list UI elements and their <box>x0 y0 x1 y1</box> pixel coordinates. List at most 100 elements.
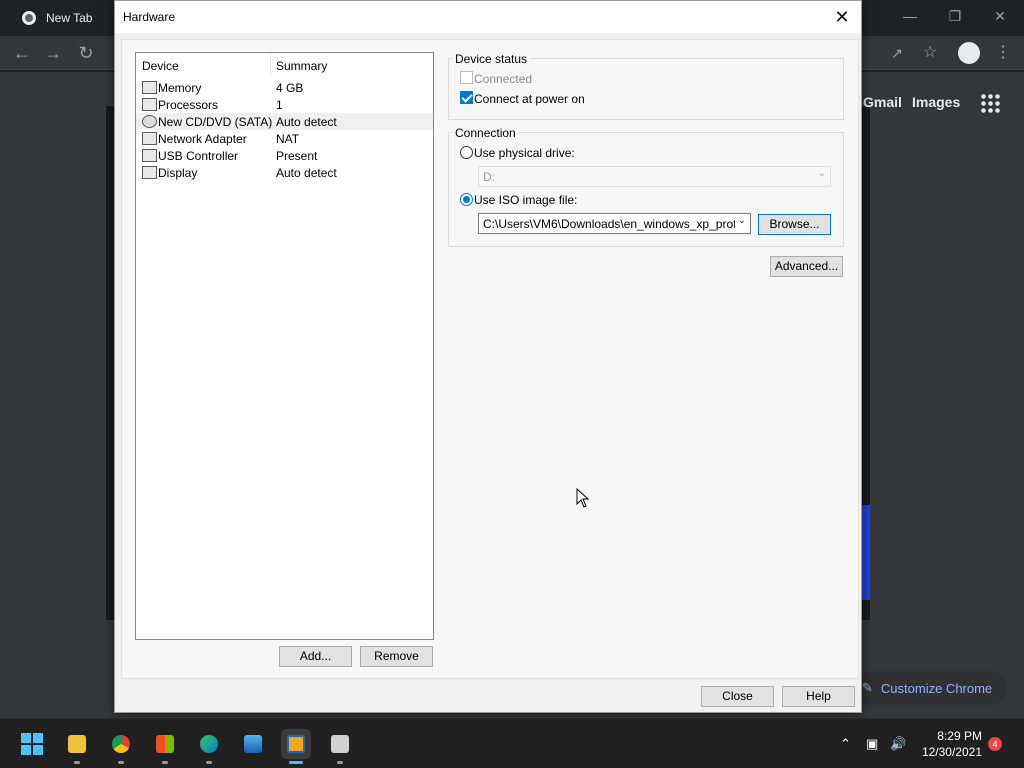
reload-icon[interactable]: ↻ <box>73 40 99 66</box>
device-list[interactable]: Device Summary Memory 4 GB Processors 1 … <box>135 52 434 640</box>
device-list-header: Device Summary <box>136 53 433 77</box>
vmware-icon <box>287 735 305 753</box>
minimize-icon[interactable]: — <box>890 4 930 28</box>
usb-icon <box>142 149 157 162</box>
device-summary: Auto detect <box>276 166 337 180</box>
chevron-up-icon[interactable]: ⌃ <box>840 736 851 752</box>
column-separator[interactable] <box>270 55 271 75</box>
taskbar-store[interactable] <box>150 729 180 764</box>
dialog-close-icon[interactable]: ✕ <box>831 6 853 28</box>
virtual-machine-icon <box>331 735 349 753</box>
window-close-icon[interactable]: ✕ <box>980 4 1020 28</box>
google-apps-icon[interactable] <box>980 93 1000 113</box>
summary-column-header[interactable]: Summary <box>276 59 327 73</box>
use-iso-image-label: Use ISO image file: <box>474 193 578 207</box>
remove-device-button[interactable]: Remove <box>360 646 433 667</box>
edge-icon <box>200 735 218 753</box>
browse-button[interactable]: Browse... <box>758 214 831 235</box>
dialog-titlebar: Hardware ✕ <box>115 1 861 33</box>
profile-avatar-icon[interactable] <box>958 42 980 64</box>
volume-icon[interactable]: 🔊 <box>890 736 906 752</box>
close-button[interactable]: Close <box>701 686 774 707</box>
taskbar-clock[interactable]: 8:29 PM 12/30/2021 <box>918 728 982 760</box>
device-column-header[interactable]: Device <box>142 59 179 73</box>
device-row-display[interactable]: Display Auto detect <box>136 164 433 181</box>
add-device-button[interactable]: Add... <box>279 646 352 667</box>
mouse-cursor-icon <box>576 488 590 508</box>
connect-at-power-on-checkbox[interactable] <box>460 91 473 104</box>
dialog-body: Device Summary Memory 4 GB Processors 1 … <box>121 39 859 679</box>
folder-icon <box>68 735 86 753</box>
windows-logo-icon <box>21 733 43 755</box>
chrome-menu-icon[interactable]: ⋮ <box>990 40 1016 66</box>
device-row-usb-controller[interactable]: USB Controller Present <box>136 147 433 164</box>
network-adapter-icon <box>142 132 157 145</box>
photos-icon <box>244 735 262 753</box>
background-vm-window-edge <box>861 505 870 600</box>
notification-badge[interactable]: 4 <box>988 737 1002 751</box>
help-button[interactable]: Help <box>782 686 855 707</box>
device-name: USB Controller <box>158 149 239 163</box>
device-summary: Present <box>276 149 318 163</box>
taskbar-chrome[interactable] <box>106 729 136 764</box>
connected-checkbox[interactable] <box>460 71 473 84</box>
bookmark-star-icon[interactable]: ☆ <box>917 40 943 66</box>
taskbar-edge[interactable] <box>194 729 224 764</box>
device-name: Network Adapter <box>158 132 247 146</box>
restore-icon[interactable]: ❐ <box>935 4 975 28</box>
store-icon <box>156 735 174 753</box>
iso-path-value: C:\Users\VM6\Downloads\en_windows_xp_pro… <box>483 217 735 231</box>
connection-label: Connection <box>452 126 519 140</box>
device-summary: 4 GB <box>276 81 304 95</box>
taskbar-file-explorer[interactable] <box>62 729 92 764</box>
customize-chrome-button[interactable]: ✎ Customize Chrome <box>852 671 1007 705</box>
chrome-icon <box>112 735 130 753</box>
device-name: Display <box>158 166 198 180</box>
clock-date: 12/30/2021 <box>921 745 982 759</box>
taskbar-photos[interactable] <box>238 729 268 759</box>
display-icon <box>142 166 157 179</box>
device-summary: NAT <box>276 132 300 146</box>
processor-icon <box>142 98 157 111</box>
back-icon[interactable]: ← <box>9 40 35 66</box>
physical-drive-select[interactable]: D: ⌄ <box>478 166 831 187</box>
chrome-tab-title: New Tab <box>46 11 93 25</box>
connected-label: Connected <box>474 72 533 86</box>
use-physical-drive-radio[interactable] <box>460 146 473 159</box>
device-row-processors[interactable]: Processors 1 <box>136 96 433 113</box>
advanced-button[interactable]: Advanced... <box>770 256 843 277</box>
clock-time: 8:29 PM <box>937 729 982 743</box>
share-icon[interactable]: ↗ <box>884 40 910 66</box>
pencil-icon: ✎ <box>862 680 873 695</box>
dialog-title: Hardware <box>123 10 176 24</box>
device-row-memory[interactable]: Memory 4 GB <box>136 79 433 96</box>
device-name: Memory <box>158 81 202 95</box>
chrome-favicon-icon <box>22 11 36 25</box>
network-icon[interactable]: ▣ <box>866 736 878 752</box>
taskbar-vmware[interactable] <box>281 729 311 764</box>
use-physical-drive-label: Use physical drive: <box>474 146 575 160</box>
device-name: New CD/DVD (SATA) <box>158 115 273 129</box>
device-status-label: Device status <box>452 52 531 66</box>
taskbar-vm-app[interactable] <box>325 729 355 764</box>
chevron-down-icon: ⌄ <box>817 168 826 179</box>
device-status-group <box>448 58 844 120</box>
forward-icon[interactable]: → <box>40 40 66 66</box>
connect-at-power-on-label: Connect at power on <box>474 92 585 106</box>
physical-drive-value: D: <box>483 170 495 184</box>
use-iso-image-radio[interactable] <box>460 193 473 206</box>
device-summary: 1 <box>276 98 283 112</box>
device-name: Processors <box>158 98 219 112</box>
device-summary: Auto detect <box>276 115 337 129</box>
memory-icon <box>142 81 157 94</box>
taskbar: ⌃ ▣ 🔊 8:29 PM 12/30/2021 4 <box>0 718 1024 768</box>
images-link[interactable]: Images <box>912 94 960 110</box>
customize-chrome-label: Customize Chrome <box>880 680 993 696</box>
chevron-down-icon[interactable]: ⌄ <box>738 215 746 226</box>
device-row-network-adapter[interactable]: Network Adapter NAT <box>136 130 433 147</box>
gmail-link[interactable]: Gmail <box>863 94 902 110</box>
start-button[interactable] <box>17 729 47 759</box>
device-row-cd-dvd[interactable]: New CD/DVD (SATA) Auto detect <box>136 113 433 130</box>
cd-dvd-icon <box>142 115 157 128</box>
iso-path-input[interactable]: C:\Users\VM6\Downloads\en_windows_xp_pro… <box>478 213 751 234</box>
